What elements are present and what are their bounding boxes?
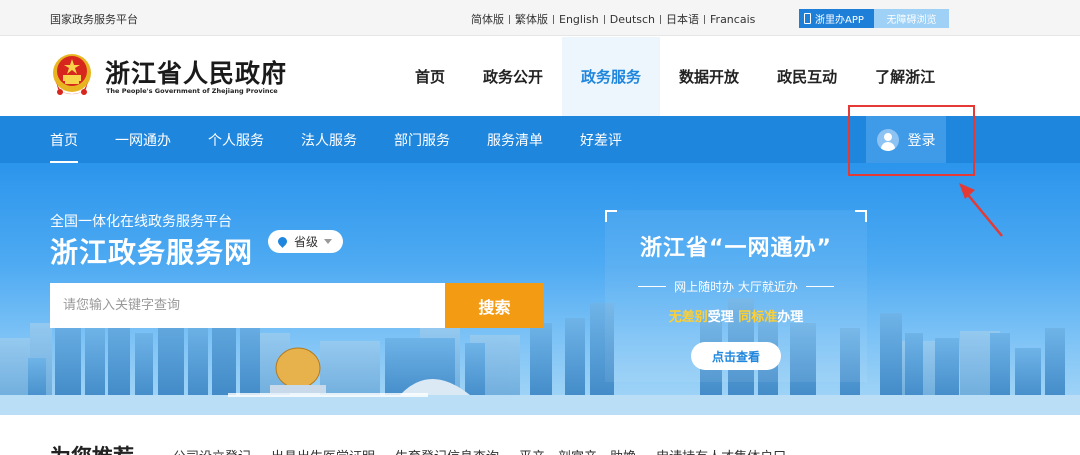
lang-japanese[interactable]: 日本语 [666,11,699,27]
portal-title: 浙江政务服务网 [50,236,254,269]
subnav-rating[interactable]: 好差评 [580,116,622,163]
rec-link-birth-certificate[interactable]: 出具出生医学证明 [271,446,375,455]
promo-title: 浙江省“一网通办” [640,236,832,261]
subnav-department-services[interactable]: 部门服务 [394,116,450,163]
lang-deutsch[interactable]: Deutsch [610,13,655,26]
subnav-personal-services[interactable]: 个人服务 [208,116,264,163]
search-button[interactable]: 搜索 [445,283,544,328]
lang-french[interactable]: Francais [710,13,755,26]
annotation-highlight-box [848,105,975,176]
promo-tag-part3: 同标准 [738,310,778,325]
region-level-selector[interactable]: 省级 [268,230,343,253]
promo-subtitle-row: 网上随时办 大厅就近办 [627,278,845,295]
phone-icon [804,13,811,24]
promo-tag-part1: 无差别 [668,310,708,325]
language-switcher: 简体版 繁体版 English Deutsch 日本语 Francais [471,11,755,27]
promo-tagline: 无差别受理 同标准办理 [605,306,867,325]
rec-link-talent-household[interactable]: 申请持有人才集体户口 [656,446,786,455]
subnav-service-list[interactable]: 服务清单 [487,116,543,163]
rec-link-birth-registration-query[interactable]: 生育登记信息查询 [395,446,499,455]
lang-simplified[interactable]: 简体版 [471,11,504,27]
nav-home[interactable]: 首页 [396,37,464,116]
nav-gov-services[interactable]: 政务服务 [562,37,661,116]
annotation-arrow-icon [959,183,1003,237]
top-utility-bar: 国家政务服务平台 简体版 繁体版 English Deutsch 日本语 Fra… [0,0,1080,36]
platform-slogan: 全国一体化在线政务服务平台 [50,214,232,230]
zheliban-app-button[interactable]: 浙里办APP [799,9,874,28]
recommendation-section: 为您推荐 公司设立登记 出具出生医学证明 生育登记信息查询 平产、剖宫产、助娩 … [0,415,1080,455]
hero-banner: 全国一体化在线政务服务平台 浙江政务服务网 省级 搜索 浙江省“一网通办” 网上… [0,163,1080,415]
search-input[interactable] [50,283,445,328]
rec-link-company-registration[interactable]: 公司设立登记 [173,446,251,455]
lang-english[interactable]: English [559,13,599,26]
rec-link-delivery[interactable]: 平产、剖宫产、助娩 [519,446,636,455]
nav-gov-affairs-public[interactable]: 政务公开 [464,37,562,116]
region-level-value: 省级 [294,235,319,249]
national-emblem-icon[interactable] [50,51,94,97]
one-stop-promo-card: 浙江省“一网通办” 网上随时办 大厅就近办 无差别受理 同标准办理 点击查看 [605,210,867,382]
promo-tag-part4: 办理 [777,310,804,325]
nav-open-data[interactable]: 数据开放 [660,37,758,116]
promo-subtitle: 网上随时办 大厅就近办 [674,280,798,294]
logo-title[interactable]: 浙江省人民政府 [105,54,287,90]
national-platform-link[interactable]: 国家政务服务平台 [50,11,138,27]
logo-subtitle: The People's Government of Zhejiang Prov… [106,87,278,95]
chevron-down-icon [324,239,333,244]
subnav-one-stop[interactable]: 一网通办 [115,116,171,163]
recommendation-title: 为您推荐 [50,441,134,455]
nav-interaction[interactable]: 政民互动 [758,37,856,116]
subnav-items: 首页 一网通办 个人服务 法人服务 部门服务 服务清单 好差评 [50,116,659,163]
app-button-label: 浙里办APP [815,15,864,26]
location-pin-icon [276,235,289,248]
subnav-home[interactable]: 首页 [50,116,78,163]
accessibility-button[interactable]: 无障碍浏览 [874,9,949,28]
subnav-corporate-services[interactable]: 法人服务 [301,116,357,163]
promo-view-button[interactable]: 点击查看 [691,342,781,370]
lang-traditional[interactable]: 繁体版 [515,11,548,27]
recommendation-links: 公司设立登记 出具出生医学证明 生育登记信息查询 平产、剖宫产、助娩 申请持有人… [173,446,806,455]
promo-tag-part2: 受理 [707,310,739,325]
